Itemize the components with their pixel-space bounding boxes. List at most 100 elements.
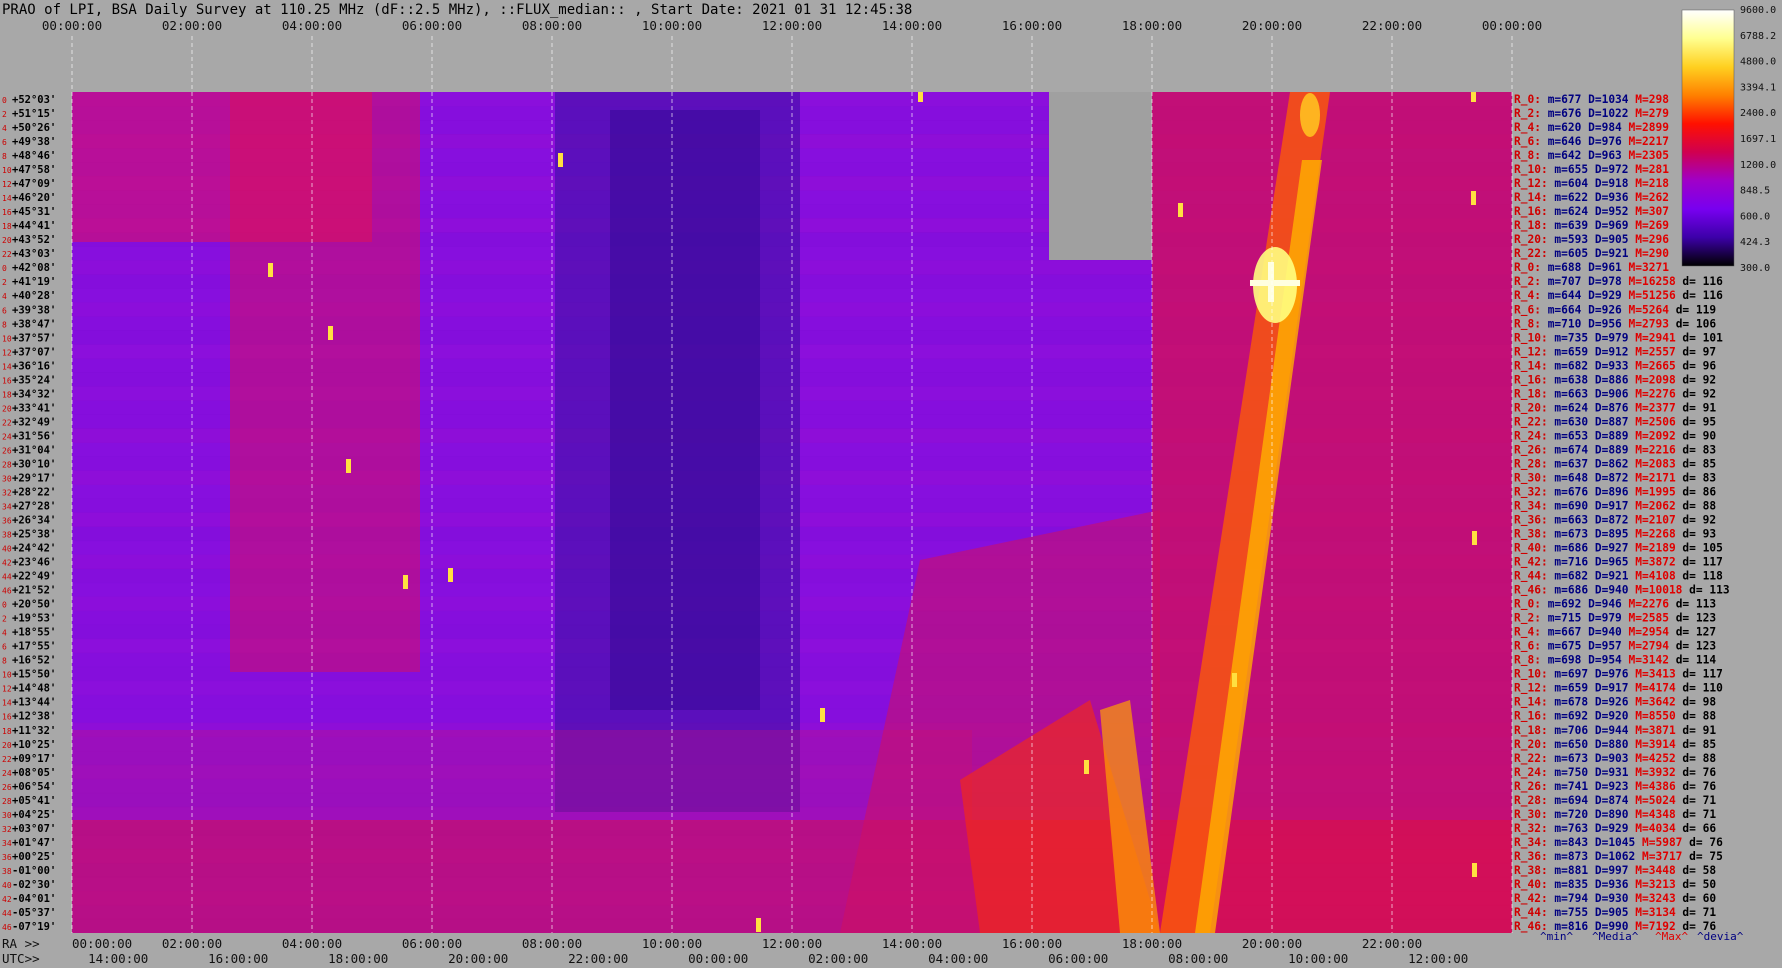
beam-index-label: 30 [2,811,12,820]
beam-stat-field: d= 123 [1669,640,1716,653]
beam-stat-field: M=3271 [1622,261,1669,274]
beam-stat-field: R_34: [1514,499,1548,512]
beam-stat-field: d= 71 [1676,808,1717,821]
beam-stat-row: R_20: m=624 D=876 M=2377 d= 91 [1514,401,1716,414]
beam-stat-field: R_20: [1514,738,1548,751]
point-source [1471,92,1476,102]
beam-stat-field: m=624 [1548,401,1589,414]
beam-stat-field: D=862 [1588,457,1628,470]
beam-index-label: 6 [2,138,7,147]
beam-stat-row: R_42: m=716 D=965 M=3872 d= 117 [1514,556,1723,569]
beam-index-label: 2 [2,615,7,624]
beam-stat-row: R_26: m=674 D=889 M=2216 d= 83 [1514,443,1716,456]
beam-stat-field: D=976 [1581,135,1622,148]
ra-tick: 08:00:00 [522,936,582,951]
utc-axis-label: UTC>> [2,951,40,966]
beam-stat-field: m=663 [1548,514,1589,527]
beam-stat-field: R_30: [1514,471,1548,484]
beam-stat-field: m=659 [1548,345,1589,358]
beam-stat-row: R_12: m=604 D=918 M=218 [1514,177,1669,190]
beam-stat-field: m=644 [1541,289,1582,302]
beam-stat-field: R_22: [1514,752,1548,765]
ra-tick: 00:00:00 [72,936,132,951]
beam-stat-field: R_26: [1514,780,1548,793]
ra-tick: 16:00:00 [1002,936,1062,951]
beam-index-label: 40 [2,881,12,890]
beam-stat-field: D=972 [1588,163,1628,176]
beam-stat-field: d= 76 [1682,836,1723,849]
beam-index-label: 36 [2,853,12,862]
beam-stat-field: m=873 [1548,850,1589,863]
beam-stat-field: M=3134 [1629,906,1676,919]
beam-stat-row: R_16: m=624 D=952 M=307 [1514,205,1669,218]
beam-stat-field: m=675 [1541,640,1581,653]
utc-tick: 20:00:00 [448,951,508,966]
footer-min: ^min^ [1540,930,1573,943]
beam-stat-field: D=905 [1588,906,1628,919]
beam-stat-field: m=653 [1548,429,1589,442]
beam-stat-field: R_8: [1514,654,1541,667]
beam-stat-row: R_22: m=630 D=887 M=2506 d= 95 [1514,415,1716,428]
beam-stat-field: D=969 [1588,219,1629,232]
beam-stat-field: R_14: [1514,359,1548,372]
beam-stat-row: R_14: m=678 D=926 M=3642 d= 98 [1514,696,1716,709]
beam-stat-field: d= 113 [1669,598,1716,611]
footer-median: ^Media^ [1592,930,1639,943]
beam-stat-row: R_32: m=763 D=929 M=4034 d= 66 [1514,822,1716,835]
beam-stat-field: M=3413 [1629,668,1676,681]
beam-stat-field: d= 88 [1676,710,1717,723]
beam-index-label: 6 [2,306,7,315]
beam-stat-field: M=2557 [1629,345,1676,358]
beam-stat-field: R_12: [1514,345,1548,358]
beam-stat-field: d= 110 [1676,682,1723,695]
beam-stat-field: R_14: [1514,696,1548,709]
beam-stat-field: D=896 [1588,485,1629,498]
beam-stat-field: M=3142 [1622,654,1669,667]
declination-label: +09°17' [12,753,56,765]
utc-tick: 22:00:00 [568,951,628,966]
beam-stat-field: D=979 [1581,612,1622,625]
beam-stat-row: R_40: m=686 D=927 M=2189 d= 105 [1514,542,1723,555]
beam-stat-field: m=673 [1548,752,1589,765]
beam-stat-field: d= 106 [1669,317,1716,330]
beam-stat-row: R_32: m=676 D=896 M=1995 d= 86 [1514,485,1716,498]
beam-stat-row: R_6: m=675 D=957 M=2794 d= 123 [1514,640,1716,653]
point-source [1084,760,1089,774]
beam-stat-row: R_8: m=642 D=963 M=2305 [1514,149,1669,162]
beam-index-label: 14 [2,699,12,708]
beam-stat-field: m=755 [1548,906,1588,919]
beam-stat-field: m=638 [1548,373,1589,386]
beam-stat-field: R_2: [1514,275,1541,288]
point-source [346,459,351,473]
beam-index-label: 34 [2,502,12,511]
colorbar-tick-label: 848.5 [1740,186,1770,197]
top-time-tick: 16:00:00 [1002,18,1062,33]
declination-label: +32°49' [12,416,56,428]
beam-stat-field: m=750 [1548,766,1589,779]
beam-index-label: 38 [2,531,12,540]
beam-stat-field: d= 92 [1676,387,1716,400]
colorbar-tick-label: 300.0 [1740,263,1770,274]
beam-stat-field: D=918 [1588,177,1629,190]
declination-label: +42°08' [12,262,56,274]
beam-stat-field: R_44: [1514,906,1548,919]
beam-stat-field: d= 95 [1676,415,1716,428]
beam-stat-field: M=262 [1629,191,1669,204]
beam-stat-field: D=872 [1588,471,1628,484]
beam-stat-field: d= 113 [1682,584,1729,597]
declination-label: +36°16' [12,360,56,372]
beam-stat-field: M=3717 [1635,850,1682,863]
declination-label: +26°34' [12,515,56,527]
beam-stat-field: m=707 [1541,275,1581,288]
beam-index-label: 22 [2,755,12,764]
beam-stat-field: M=8550 [1629,710,1676,723]
beam-stat-field: m=697 [1548,668,1588,681]
beam-stat-field: M=2941 [1629,331,1676,344]
beam-stat-field: D=912 [1588,345,1628,358]
colorbar-tick-label: 3394.1 [1740,82,1776,93]
top-time-tick: 12:00:00 [762,18,822,33]
beam-stat-field: R_10: [1514,331,1548,344]
beam-stat-field: M=2276 [1622,598,1669,611]
point-source [1472,531,1477,545]
beam-stat-row: R_16: m=638 D=886 M=2098 d= 92 [1514,373,1716,386]
